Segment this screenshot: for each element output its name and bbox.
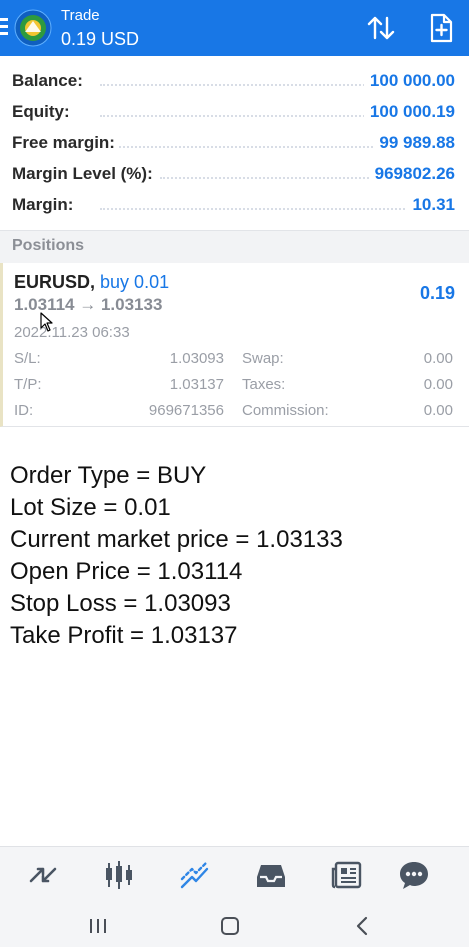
summary-value: 10.31 (406, 195, 455, 215)
summary-row-margin-level: Margin Level (%): 969802.26 (0, 159, 469, 190)
profit-total: 0.19 USD (61, 29, 140, 49)
top-app-bar: Trade 0.19 USD (0, 0, 469, 56)
position-side: buy 0.01 (100, 272, 170, 292)
bottom-navigation (0, 846, 469, 903)
summary-row-equity: Equity: 100 000.19 (0, 97, 469, 128)
note-line: Current market price = 1.03133 (10, 526, 343, 553)
summary-row-free-margin: Free margin: 99 989.88 (0, 128, 469, 159)
summary-value: 99 989.88 (373, 133, 455, 153)
summary-label: Balance: (12, 71, 87, 91)
summary-row-balance: Balance: 100 000.00 (0, 66, 469, 97)
mouse-cursor-icon (40, 312, 53, 332)
tp-label: T/P: (14, 376, 42, 393)
summary-label: Margin: (12, 195, 78, 215)
summary-value: 969802.26 (368, 164, 455, 184)
sort-arrows-icon[interactable] (365, 12, 397, 44)
trade-icon[interactable] (179, 859, 211, 891)
sl-label: S/L: (14, 350, 41, 367)
position-profit: 0.19 (419, 283, 455, 303)
position-title: EURUSD, buy 0.01 (14, 272, 169, 293)
system-navigation-bar (0, 902, 469, 947)
note-line: Open Price = 1.03114 (10, 558, 243, 585)
position-symbol: EURUSD, (14, 272, 96, 292)
swap-label: Swap: (242, 350, 284, 367)
home-icon[interactable] (218, 914, 242, 938)
sl-value: 1.03093 (169, 350, 224, 367)
history-icon[interactable] (255, 859, 287, 891)
summary-label: Free margin: (12, 133, 119, 153)
id-value: 969671356 (148, 402, 224, 419)
chat-icon[interactable] (398, 859, 430, 891)
chart-icon[interactable] (103, 859, 135, 891)
screen-title: Trade (61, 7, 100, 24)
summary-value: 100 000.00 (363, 71, 455, 91)
position-prices: 1.03114 → 1.03133 (14, 295, 163, 314)
id-label: ID: (14, 402, 34, 419)
note-line: Lot Size = 0.01 (10, 494, 171, 521)
quotes-icon[interactable] (27, 859, 59, 891)
swap-value: 0.00 (423, 350, 453, 367)
back-icon[interactable] (351, 914, 375, 938)
note-line: Stop Loss = 1.03093 (10, 590, 231, 617)
summary-label: Margin Level (%): (12, 164, 157, 184)
recent-apps-icon[interactable] (86, 914, 110, 938)
taxes-label: Taxes: (242, 376, 286, 393)
summary-label: Equity: (12, 102, 74, 122)
position-item[interactable]: EURUSD, buy 0.01 1.03114 → 1.03133 0.19 … (0, 263, 469, 427)
summary-value: 100 000.19 (363, 102, 455, 122)
commission-label: Commission: (242, 402, 329, 419)
tp-value: 1.03137 (169, 376, 224, 393)
news-icon[interactable] (331, 859, 363, 891)
app-logo-icon (14, 9, 52, 47)
positions-section-header: Positions (0, 230, 469, 264)
position-open-time: 2022.11.23 06:33 (14, 324, 130, 341)
order-notes: Order Type = BUY Lot Size = 0.01 Current… (10, 460, 343, 652)
summary-row-margin: Margin: 10.31 (0, 190, 469, 221)
menu-icon[interactable] (0, 18, 8, 38)
positions-header-label: Positions (12, 237, 85, 254)
note-line: Take Profit = 1.03137 (10, 622, 238, 649)
taxes-value: 0.00 (423, 376, 453, 393)
new-order-icon[interactable] (425, 12, 457, 44)
note-line: Order Type = BUY (10, 462, 207, 489)
commission-value: 0.00 (423, 402, 453, 419)
